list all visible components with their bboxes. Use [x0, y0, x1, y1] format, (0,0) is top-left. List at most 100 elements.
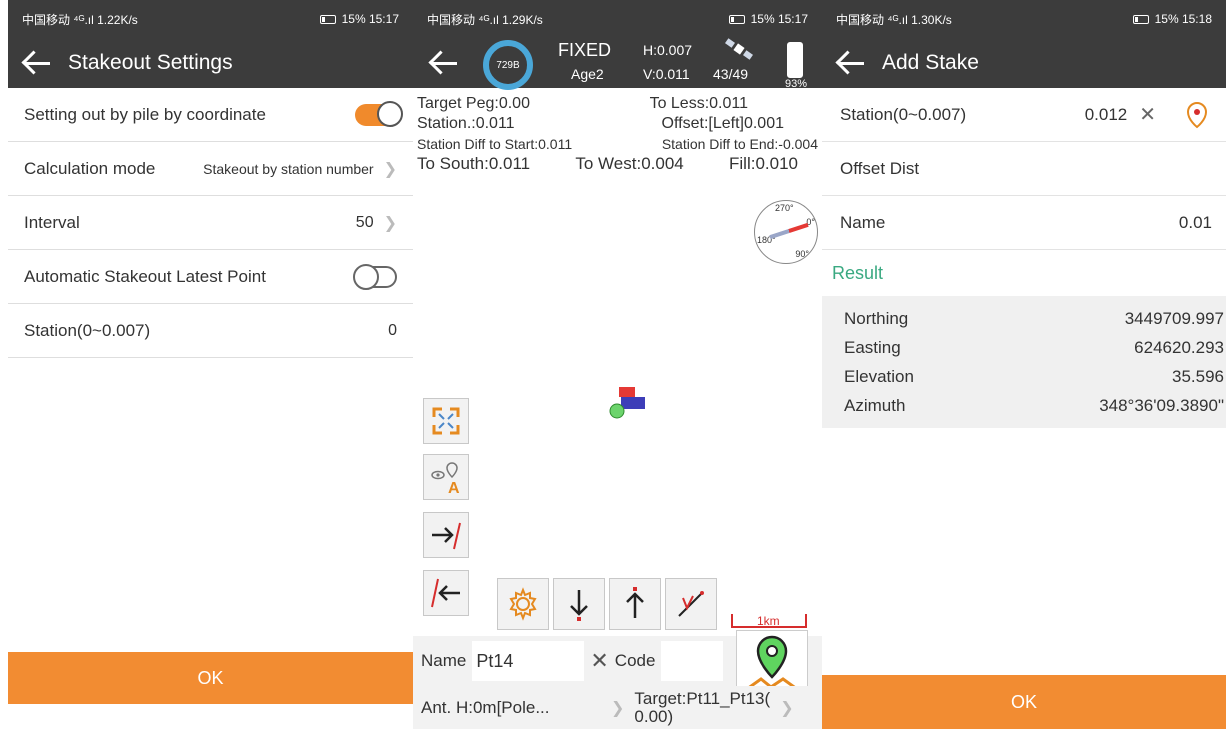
- row-label: Automatic Stakeout Latest Point: [24, 266, 266, 286]
- offset-label: Offset Dist: [840, 158, 920, 178]
- antenna-height[interactable]: Ant. H:0m[Pole...: [421, 698, 601, 718]
- station-label: Station(0~0.007): [840, 104, 967, 124]
- arrow-up-icon: [626, 587, 644, 618]
- result-label: Easting: [844, 338, 901, 357]
- battery-icon: [787, 42, 803, 78]
- result-value: 624620.293: [1134, 338, 1224, 357]
- compass-needle: [769, 222, 809, 240]
- arrow-left-line-icon: [431, 578, 460, 608]
- measure-button[interactable]: [665, 578, 717, 630]
- code-input[interactable]: [661, 641, 724, 681]
- settings-button[interactable]: [497, 578, 549, 630]
- v-precision: V:0.011: [643, 66, 690, 82]
- stakeout-map-screen: 中国移动 ⁴ᴳ.ıl 1.29K/s 15% 15:17 729B FIXED …: [413, 0, 822, 729]
- compass-270: 270°: [775, 203, 794, 213]
- zoom-extent-button[interactable]: [423, 398, 469, 444]
- location-pin-icon[interactable]: [1182, 100, 1212, 130]
- ok-button[interactable]: OK: [8, 652, 413, 704]
- map-markers: [609, 387, 645, 419]
- chevron-right-icon: ❯: [383, 160, 397, 178]
- back-arrow-icon[interactable]: [20, 50, 54, 76]
- result-heading: Result: [822, 250, 1226, 296]
- result-value: 348°36'09.3890": [1099, 396, 1224, 415]
- battery-icon: [319, 14, 336, 24]
- result-elevation: Elevation 35.596: [844, 362, 1226, 391]
- to-less: To Less:0.011: [649, 95, 748, 112]
- compass-90: 90°: [795, 249, 809, 259]
- status-right: 15% 15:17: [750, 12, 808, 26]
- name-input[interactable]: 0.01: [1179, 213, 1212, 233]
- status-bar: 中国移动 ⁴ᴳ.ıl 1.22K/s 15% 15:17: [8, 0, 413, 38]
- antenna-target-row: Ant. H:0m[Pole... ❯ Target:Pt11_Pt13( 0.…: [413, 686, 822, 729]
- result-easting: Easting 624620.293: [844, 333, 1226, 362]
- gnss-status-header: 中国移动 ⁴ᴳ.ıl 1.29K/s 15% 15:17 729B FIXED …: [413, 0, 822, 90]
- name-label: Name: [421, 651, 467, 670]
- station-row: Station(0~0.007) 0.012 ✕: [822, 88, 1226, 142]
- pile-by-coordinate-toggle[interactable]: [355, 100, 403, 127]
- name-label: Name: [840, 212, 886, 232]
- battery-percent: 93%: [785, 78, 808, 90]
- station-row[interactable]: Station(0~0.007) 0: [8, 304, 413, 358]
- name-row[interactable]: Name 0.01: [822, 196, 1226, 250]
- stake-forward-button[interactable]: [423, 512, 469, 558]
- ring-label: 729B: [496, 59, 520, 71]
- battery-icon: [728, 14, 745, 24]
- back-arrow-icon[interactable]: [427, 50, 461, 76]
- app-bar: Add Stake: [822, 38, 1226, 88]
- target-peg: Target Peg:0.00: [417, 95, 530, 112]
- target-label: Target:Pt11_Pt13(: [634, 688, 771, 708]
- satellite-count: 43/49: [713, 66, 749, 82]
- result-azimuth: Azimuth 348°36'09.3890": [844, 391, 1226, 420]
- add-stake-screen: 中国移动 ⁴ᴳ.ıl 1.30K/s 15% 15:18 Add Stake S…: [822, 0, 1226, 729]
- target-marker: [619, 387, 635, 397]
- point-labels: [621, 397, 645, 409]
- station-value: 0: [388, 321, 397, 339]
- to-west: To West:0.004: [575, 154, 684, 173]
- offset-dist-row[interactable]: Offset Dist: [822, 142, 1226, 196]
- compass-icon[interactable]: 270° 0° 180° 90°: [754, 200, 818, 264]
- satellite-ring-icon[interactable]: 729B: [483, 40, 533, 90]
- pile-by-coordinate-row[interactable]: Setting out by pile by coordinate: [8, 88, 413, 142]
- fix-status: FIXED: [558, 40, 612, 60]
- status-left: 中国移动 ⁴ᴳ.ıl 1.22K/s: [22, 12, 138, 27]
- status-bar: 中国移动 ⁴ᴳ.ıl 1.30K/s 15% 15:18: [822, 0, 1226, 38]
- auto-stakeout-latest-row[interactable]: Automatic Stakeout Latest Point: [8, 250, 413, 304]
- diff-end: Station Diff to End:-0.004: [661, 136, 818, 152]
- interval-row[interactable]: Interval 50 ❯: [8, 196, 413, 250]
- target-point[interactable]: Target:Pt11_Pt13( 0.00): [634, 688, 771, 726]
- point-name-input[interactable]: Pt14: [472, 641, 585, 681]
- status-bar: 中国移动 ⁴ᴳ.ıl 1.29K/s 15% 15:17: [413, 0, 822, 38]
- calculation-mode-row[interactable]: Calculation mode Stakeout by station num…: [8, 142, 413, 196]
- auto-stakeout-toggle[interactable]: [353, 263, 397, 290]
- page-title: Stakeout Settings: [68, 51, 233, 74]
- station-input[interactable]: 0.012: [1085, 105, 1128, 125]
- stakeout-info-panel: Target Peg:0.00 To Less:0.011 Station.:0.…: [413, 88, 822, 176]
- stake-backward-button[interactable]: [423, 570, 469, 616]
- battery-icon: [1132, 14, 1149, 24]
- arrow-down-icon: [570, 590, 588, 621]
- toggle-knob: [353, 263, 379, 290]
- result-label: Elevation: [844, 367, 914, 386]
- clear-icon[interactable]: ✕: [590, 648, 608, 674]
- diff-start: Station Diff to Start:0.011: [417, 136, 573, 152]
- row-label: Interval: [24, 212, 80, 232]
- scale-label: 1km: [757, 614, 780, 628]
- ok-button[interactable]: OK: [822, 675, 1226, 729]
- status-left: 中国移动 ⁴ᴳ.ıl 1.30K/s: [836, 12, 952, 27]
- result-panel: Northing 3449709.997 Easting 624620.293 El…: [822, 296, 1226, 428]
- row-label: Station(0~0.007): [24, 320, 151, 340]
- status-left: 中国移动 ⁴ᴳ.ıl 1.29K/s: [427, 12, 543, 27]
- clear-icon[interactable]: ✕: [1139, 102, 1156, 127]
- status-right: 15% 15:18: [1154, 12, 1212, 26]
- view-point-button[interactable]: A: [423, 454, 469, 500]
- page-title: Add Stake: [882, 51, 979, 74]
- result-value: 35.596: [1172, 367, 1224, 386]
- code-label: Code: [614, 651, 656, 670]
- stakeout-settings-screen: 中国移动 ⁴ᴳ.ıl 1.22K/s 15% 15:17 Stakeout Se…: [8, 0, 413, 729]
- move-up-button[interactable]: [609, 578, 661, 630]
- eye-pin-icon: A: [431, 462, 460, 495]
- move-down-button[interactable]: [553, 578, 605, 630]
- result-label: Northing: [844, 309, 909, 328]
- result-value: 3449709.997: [1124, 309, 1224, 328]
- back-arrow-icon[interactable]: [834, 50, 868, 76]
